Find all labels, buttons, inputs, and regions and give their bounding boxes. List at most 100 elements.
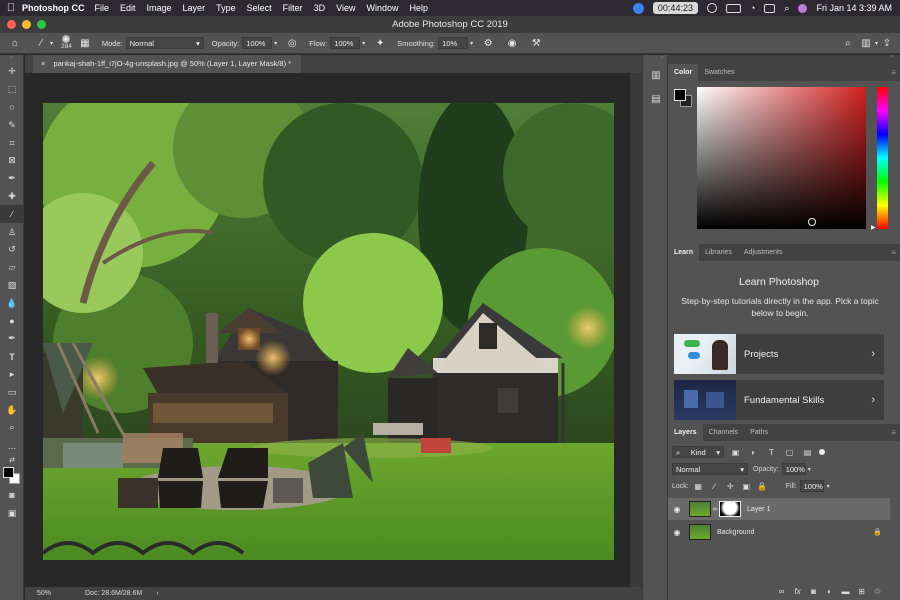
tab-color[interactable]: Color	[668, 64, 699, 81]
document-tab[interactable]: × pankaj-shah-1ff_i7jO-4g-unsplash.jpg @…	[33, 55, 302, 73]
menu-window[interactable]: Window	[366, 3, 398, 13]
minimize-window-button[interactable]	[22, 20, 31, 29]
eye-icon[interactable]: ◉	[668, 505, 686, 514]
brush-preset-icon[interactable]: ∕	[32, 34, 50, 52]
quick-select-tool-icon[interactable]: ✎	[0, 116, 24, 134]
filter-toggle-icon[interactable]	[819, 449, 825, 455]
adjustment-layer-icon[interactable]: ◐	[823, 585, 836, 598]
pen-tool-icon[interactable]: ✒	[0, 330, 24, 348]
frame-tool-icon[interactable]: ⊠	[0, 152, 24, 170]
tab-learn[interactable]: Learn	[668, 244, 700, 261]
mode-select[interactable]: Normal ▾	[125, 37, 204, 49]
path-select-tool-icon[interactable]: ▸	[0, 366, 24, 384]
collapse-icon[interactable]: »	[643, 55, 667, 63]
opacity-field[interactable]: 100%	[242, 37, 273, 49]
learn-card-projects[interactable]: Projects ›	[674, 334, 884, 374]
flow-field[interactable]: 100%	[330, 37, 361, 49]
smart-object-filter-icon[interactable]: ▤	[801, 446, 814, 459]
brush-tool-icon[interactable]: ∕	[0, 205, 24, 224]
rectangle-tool-icon[interactable]: ▭	[0, 383, 24, 401]
panel-menu-icon[interactable]: ≡	[885, 424, 900, 441]
zoom-tool-icon[interactable]: ⌕	[0, 419, 24, 437]
quick-mask-icon[interactable]: ◙	[0, 487, 24, 505]
collapse-icon[interactable]: «	[0, 55, 23, 63]
blend-mode-select[interactable]: Normal ▾	[672, 463, 748, 475]
panel-menu-icon[interactable]: ≡	[885, 64, 900, 81]
new-layer-icon[interactable]: ⊞	[855, 585, 868, 598]
crop-tool-icon[interactable]: ⌗	[0, 134, 24, 152]
vertical-scrollbar[interactable]	[630, 73, 642, 587]
screen-mode-icon[interactable]: ▣	[0, 504, 24, 522]
pixel-filter-icon[interactable]: ▣	[729, 446, 742, 459]
collapse-icon[interactable]: »	[891, 54, 894, 60]
blur-tool-icon[interactable]: 💧	[0, 294, 24, 312]
layer-name[interactable]: Background	[717, 529, 754, 536]
layer-mask-thumbnail[interactable]	[719, 501, 741, 517]
move-tool-icon[interactable]: ✛	[0, 63, 24, 81]
menu-file[interactable]: File	[95, 3, 110, 13]
fill-field[interactable]: 100%	[799, 480, 824, 492]
symmetry-icon[interactable]: ⚒	[527, 34, 545, 52]
history-brush-tool-icon[interactable]: ↺	[0, 241, 24, 259]
chevron-down-icon[interactable]: ▾	[50, 40, 53, 47]
menu-edit[interactable]: Edit	[120, 3, 136, 13]
battery-icon[interactable]	[725, 3, 741, 13]
menu-view[interactable]: View	[336, 3, 355, 13]
link-layers-icon[interactable]: ∞	[775, 585, 788, 598]
tab-adjustments[interactable]: Adjustments	[738, 244, 789, 261]
hand-tool-icon[interactable]: ✋	[0, 401, 24, 419]
more-tools-icon[interactable]: …	[0, 437, 24, 455]
menu-help[interactable]: Help	[409, 3, 428, 13]
layer-thumbnail[interactable]	[689, 524, 711, 540]
smoothing-field[interactable]: 10%	[438, 37, 469, 49]
menu-select[interactable]: Select	[247, 3, 272, 13]
airbrush-icon[interactable]: ✦	[371, 34, 389, 52]
tab-layers[interactable]: Layers	[668, 424, 703, 441]
eraser-tool-icon[interactable]: ▱	[0, 259, 24, 277]
lasso-tool-icon[interactable]: ○	[0, 99, 24, 117]
color-swatches[interactable]	[0, 465, 24, 487]
lock-all-icon[interactable]: 🔒	[756, 480, 769, 493]
home-icon[interactable]: ⌂	[6, 34, 24, 52]
close-window-button[interactable]	[7, 20, 16, 29]
chevron-down-icon[interactable]: ▾	[470, 40, 473, 47]
sync-icon[interactable]	[632, 2, 644, 14]
pressure-opacity-icon[interactable]: ◎	[283, 34, 301, 52]
control-center-icon[interactable]	[764, 3, 776, 13]
chevron-down-icon[interactable]: ▾	[362, 40, 365, 47]
layer-name[interactable]: Layer 1	[747, 506, 770, 513]
search-icon[interactable]: ⌕	[784, 3, 789, 14]
menu-filter[interactable]: Filter	[283, 3, 303, 13]
pressure-size-icon[interactable]: ◉	[503, 34, 521, 52]
layer-row-layer-1[interactable]: ◉ ∞ Layer 1	[668, 498, 890, 520]
foreground-color-swatch[interactable]	[674, 89, 686, 101]
hue-slider-handle[interactable]: ▶	[871, 224, 876, 231]
panel-menu-icon[interactable]: ≡	[885, 244, 900, 261]
properties-panel-icon[interactable]: ▤	[643, 87, 669, 111]
chevron-down-icon[interactable]: ▾	[808, 466, 811, 473]
brush-settings-icon[interactable]: ▦	[76, 34, 94, 52]
hue-slider[interactable]	[877, 87, 888, 229]
type-filter-icon[interactable]: T	[765, 446, 778, 459]
menu-type[interactable]: Type	[216, 3, 236, 13]
tab-channels[interactable]: Channels	[703, 424, 745, 441]
healing-brush-tool-icon[interactable]: ✚	[0, 188, 24, 206]
fx-icon[interactable]: fx	[791, 585, 804, 598]
eyedropper-tool-icon[interactable]: ✒	[0, 170, 24, 188]
lock-transparent-icon[interactable]: ▦	[692, 480, 705, 493]
link-icon[interactable]: ∞	[711, 506, 719, 513]
search-icon[interactable]: ⌕	[839, 34, 857, 52]
trash-icon[interactable]: ♲	[871, 585, 884, 598]
menu-3d[interactable]: 3D	[314, 3, 326, 13]
chevron-down-icon[interactable]: ▾	[274, 40, 277, 47]
brush-size-picker[interactable]: 284	[61, 35, 72, 51]
history-panel-icon[interactable]: ▥	[643, 63, 669, 87]
layer-row-background[interactable]: ◉ Background 🔒	[668, 521, 890, 543]
clone-stamp-tool-icon[interactable]: ♙	[0, 223, 24, 241]
color-field[interactable]	[697, 87, 866, 229]
layer-kind-filter[interactable]: ⌕ Kind ▾	[672, 446, 724, 458]
tab-libraries[interactable]: Libraries	[699, 244, 738, 261]
type-tool-icon[interactable]: T	[0, 348, 24, 366]
shape-filter-icon[interactable]: ▢	[783, 446, 796, 459]
swap-colors-icon[interactable]: ⇄	[0, 455, 24, 465]
